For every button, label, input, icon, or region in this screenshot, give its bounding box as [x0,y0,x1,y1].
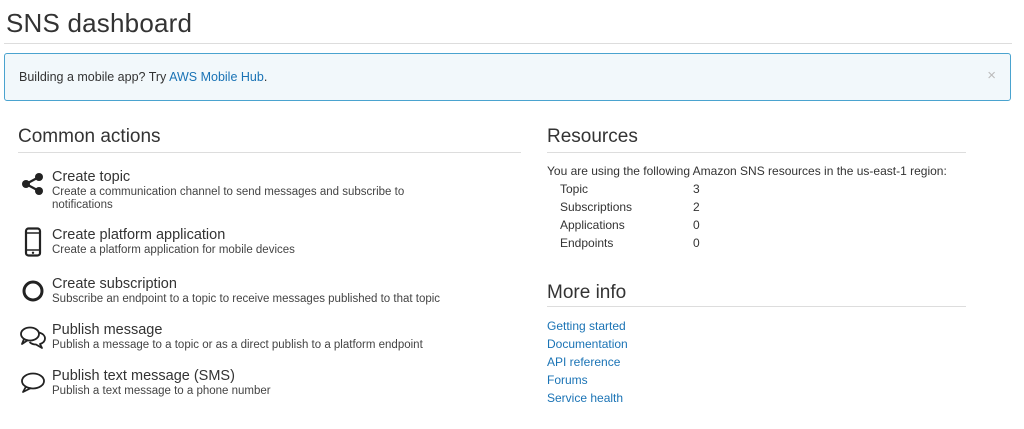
resource-row-topic: Topic 3 [560,182,760,200]
resources-title: Resources [547,126,638,147]
publish-text-message-action[interactable]: Publish text message (SMS) Publish a tex… [18,368,518,400]
title-divider [4,43,1012,44]
action-description: Publish a text message to a phone number [52,385,271,397]
resource-count: 3 [693,182,700,196]
resource-label: Subscriptions [560,200,633,214]
page-title: SNS dashboard [6,8,193,38]
action-title: Publish message [52,322,163,338]
chat-bubbles-icon [18,322,48,352]
banner-suffix: . [263,70,268,84]
action-title: Create topic [52,169,131,185]
circle-icon [18,276,48,306]
aws-mobile-hub-link[interactable]: AWS Mobile Hub [169,70,264,84]
close-icon[interactable]: × [987,67,996,84]
action-title: Create platform application [52,227,226,243]
info-banner: Building a mobile app? Try AWS Mobile Hu… [4,53,1011,101]
forums-link[interactable]: Forums [547,373,588,387]
action-description: Create a platform application for mobile… [52,244,295,256]
create-platform-application-action[interactable]: Create platform application Create a pla… [18,227,518,259]
common-actions-divider [18,152,521,153]
resource-count: 0 [693,218,700,232]
more-info-title: More info [547,282,627,303]
resource-label: Endpoints [560,236,614,250]
action-description: Create a communication channel to send m… [52,186,405,211]
create-topic-action[interactable]: Create topic Create a communication chan… [18,169,518,213]
banner-text: Building a mobile app? Try AWS Mobile Hu… [19,70,267,84]
mobile-phone-icon [18,227,48,257]
create-subscription-action[interactable]: Create subscription Subscribe an endpoin… [18,276,518,308]
banner-message: Building a mobile app? Try [19,70,170,84]
resource-count: 0 [693,236,700,250]
resource-count: 2 [693,200,700,214]
speech-bubble-icon [18,368,48,398]
resources-divider [547,152,966,153]
resource-label: Topic [560,182,589,196]
common-actions-title: Common actions [18,126,161,147]
resource-row-applications: Applications 0 [560,218,760,236]
resource-label: Applications [560,218,625,232]
more-info-divider [547,306,966,307]
resources-intro: You are using the following Amazon SNS r… [547,164,947,178]
documentation-link[interactable]: Documentation [547,337,628,351]
action-title: Create subscription [52,276,177,292]
action-title: Publish text message (SMS) [52,368,235,384]
action-description: Subscribe an endpoint to a topic to rece… [52,293,441,305]
publish-message-action[interactable]: Publish message Publish a message to a t… [18,322,518,354]
share-icon [18,169,48,199]
action-description: Publish a message to a topic or as a dir… [52,339,423,351]
api-reference-link[interactable]: API reference [547,355,620,369]
service-health-link[interactable]: Service health [547,391,623,405]
getting-started-link[interactable]: Getting started [547,319,626,333]
resource-row-subscriptions: Subscriptions 2 [560,200,760,218]
resource-row-endpoints: Endpoints 0 [560,236,760,254]
